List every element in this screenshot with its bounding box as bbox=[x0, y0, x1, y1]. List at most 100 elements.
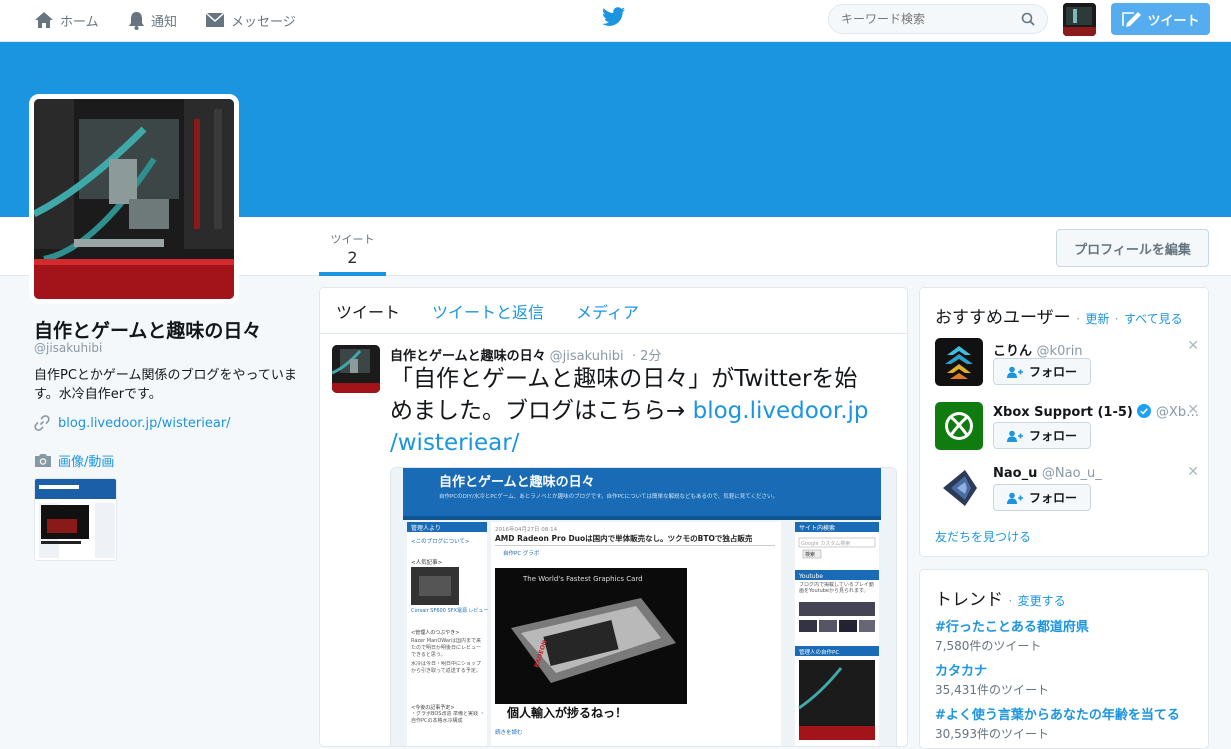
tweet-text: 「自作とゲームと趣味の日々」がTwitterを始めました。ブログはこちら→ bl… bbox=[390, 363, 880, 459]
find-friends-link[interactable]: 友だちを見つける bbox=[935, 528, 1031, 545]
suggested-user-avatar[interactable] bbox=[935, 338, 983, 386]
trend-count: 30,593件のツイート bbox=[935, 727, 1049, 741]
user-avatar-menu[interactable] bbox=[1063, 3, 1096, 36]
tweet-header: 自作とゲームと趣味の日々 @jisakuhibi · 2分 bbox=[390, 345, 661, 364]
nao-avatar-image bbox=[935, 464, 983, 512]
trend-name[interactable]: カタカナ bbox=[935, 660, 1049, 679]
follow-button[interactable]: フォロー bbox=[993, 422, 1091, 449]
camera-icon bbox=[35, 454, 51, 467]
media-thumbnail[interactable] bbox=[34, 478, 117, 561]
nav-home-label: ホーム bbox=[60, 14, 99, 30]
follow-label: フォロー bbox=[1028, 491, 1077, 505]
follow-button[interactable]: フォロー bbox=[993, 484, 1091, 511]
top-navigation-bar: ホーム 通知 メッセージ ツイート bbox=[0, 0, 1231, 42]
blog-title: 自作とゲームと趣味の日々 bbox=[439, 474, 595, 490]
photos-videos-link[interactable]: 画像/動画 bbox=[34, 451, 114, 470]
tweet-time[interactable]: · 2分 bbox=[632, 349, 662, 364]
blog-right-header2: Youtube bbox=[798, 573, 823, 580]
blog-left-text1: Razer ManOWarは国内まで来たので明日か明後日にレビューできると思う。 bbox=[411, 638, 482, 658]
timeline-tabs: ツイート ツイートと返信 メディア bbox=[320, 288, 907, 334]
trend-count: 7,580件のツイート bbox=[935, 639, 1042, 653]
follow-button[interactable]: フォロー bbox=[993, 358, 1091, 385]
edit-profile-button[interactable]: プロフィールを編集 bbox=[1056, 229, 1209, 267]
compose-icon bbox=[1122, 12, 1142, 27]
who-to-follow-module: おすすめユーザー · 更新 · すべて見る こりん @k0rin ✕ フォロー … bbox=[919, 287, 1209, 557]
suggested-user-handle[interactable]: @k0rin bbox=[1037, 344, 1083, 359]
blog-screenshot: 自作とゲームと趣味の日々 自作PCのDIY/水冷とPCゲーム、あとラノベとか趣味… bbox=[391, 468, 896, 746]
tweet-link-part2: /wisteriear/ bbox=[390, 430, 520, 456]
profile-link[interactable]: blog.livedoor.jp/wisteriear/ bbox=[34, 415, 231, 431]
blog-read-more: 続きを読む bbox=[495, 728, 523, 736]
dismiss-icon[interactable]: ✕ bbox=[1187, 338, 1199, 354]
photos-videos-label: 画像/動画 bbox=[58, 455, 115, 470]
follow-user-icon bbox=[1006, 366, 1023, 378]
change-trends-link[interactable]: 変更する bbox=[1018, 594, 1066, 608]
suggested-user-name[interactable]: Nao_u bbox=[993, 466, 1037, 481]
profile-bio: 自作PCとかゲーム関係のブログをやっています。水冷自作erです。 bbox=[34, 368, 297, 402]
link-icon bbox=[34, 415, 50, 431]
trend-item[interactable]: #よく使う言葉からあなたの年齢を当てる 30,593件のツイート bbox=[935, 704, 1180, 742]
follow-user-icon bbox=[1006, 430, 1023, 442]
nav-messages[interactable]: メッセージ bbox=[205, 0, 296, 40]
profile-handle: @jisakuhibi bbox=[34, 341, 103, 355]
nav-notifications-label: 通知 bbox=[151, 14, 178, 30]
blog-right-header1: サイト内検索 bbox=[799, 524, 835, 532]
tweets-count-value: 2 bbox=[347, 248, 358, 267]
search-input[interactable] bbox=[841, 12, 1011, 26]
tab-tweets[interactable]: ツイート bbox=[336, 299, 400, 323]
compose-tweet-label: ツイート bbox=[1147, 13, 1200, 29]
blog-post-tags: 自作PC グラボ bbox=[503, 549, 540, 557]
suggested-user-avatar[interactable] bbox=[935, 402, 983, 450]
search-box[interactable] bbox=[828, 4, 1048, 34]
search-icon[interactable] bbox=[1021, 12, 1035, 26]
avatar-image bbox=[1063, 3, 1096, 36]
blog-post-text: 個人輸入が捗るねっ！ bbox=[506, 705, 627, 720]
nav-messages-label: メッセージ bbox=[231, 14, 296, 30]
trend-item[interactable]: #行ったことある都道府県 7,580件のツイート bbox=[935, 616, 1089, 654]
dismiss-icon[interactable]: ✕ bbox=[1187, 402, 1199, 418]
tab-media[interactable]: メディア bbox=[576, 299, 639, 323]
blog-left-item2: <管理人のつぶやき> bbox=[411, 629, 459, 636]
refresh-link[interactable]: 更新 bbox=[1085, 312, 1109, 326]
suggested-user[interactable]: Nao_u @Nao_u_ ✕ フォロー bbox=[935, 464, 1205, 516]
twitter-bird-icon[interactable] bbox=[602, 6, 626, 28]
blog-left-link: <このブログについて> bbox=[411, 537, 470, 545]
follow-label: フォロー bbox=[1028, 429, 1077, 443]
profile-link-text: blog.livedoor.jp/wisteriear/ bbox=[58, 415, 231, 431]
timeline: ツイート ツイートと返信 メディア 自作とゲームと趣味の日々 @jisakuhib… bbox=[319, 287, 908, 747]
tweet-link-card[interactable]: 自作とゲームと趣味の日々 自作PCのDIY/水冷とPCゲーム、あとラノベとか趣味… bbox=[390, 467, 897, 746]
nav-notifications[interactable]: 通知 bbox=[128, 0, 177, 40]
suggested-user[interactable]: こりん @k0rin ✕ フォロー bbox=[935, 338, 1205, 390]
tweet-author-handle[interactable]: @jisakuhibi bbox=[550, 349, 624, 364]
suggested-user-handle[interactable]: @Nao_u_ bbox=[1042, 466, 1102, 481]
tab-tweets-and-replies[interactable]: ツイートと返信 bbox=[432, 299, 544, 323]
trend-name[interactable]: #よく使う言葉からあなたの年齢を当てる bbox=[935, 704, 1180, 723]
dismiss-icon[interactable]: ✕ bbox=[1187, 464, 1199, 480]
compose-tweet-button[interactable]: ツイート bbox=[1111, 3, 1210, 35]
trend-item[interactable]: カタカナ 35,431件のツイート bbox=[935, 660, 1049, 698]
blog-right-text: ブログ内で掲載しているプレイ動画をYoutubeから見られます。 bbox=[799, 582, 874, 594]
trend-name[interactable]: #行ったことある都道府県 bbox=[935, 616, 1089, 635]
tweet-avatar[interactable] bbox=[332, 345, 380, 393]
profile-name: 自作とゲームと趣味の日々 bbox=[34, 320, 262, 342]
blog-post-title: AMD Radeon Pro Duoは国内で単体販売なし。ツクモのBTOで独占販… bbox=[495, 533, 753, 543]
view-all-link[interactable]: すべて見る bbox=[1124, 312, 1183, 326]
blog-left-product: Corsair SF600 SFX電源 レビュー bbox=[411, 607, 489, 614]
nav-home[interactable]: ホーム bbox=[34, 0, 99, 40]
follow-user-icon bbox=[1006, 492, 1023, 504]
who-to-follow-header: おすすめユーザー · 更新 · すべて見る bbox=[935, 308, 1183, 328]
suggested-user-avatar[interactable] bbox=[935, 464, 983, 512]
suggested-user[interactable]: Xbox Support (1-5) @Xb… ✕ フォロー bbox=[935, 402, 1205, 454]
blog-left-item1: <人気記事> bbox=[411, 558, 443, 566]
tweet-author-name[interactable]: 自作とゲームと趣味の日々 bbox=[390, 349, 546, 364]
blog-left-header: 管理人より bbox=[411, 524, 441, 532]
home-icon bbox=[35, 12, 53, 28]
blog-graphic-caption: The World's Fastest Graphics Card bbox=[522, 575, 643, 583]
suggested-user-name[interactable]: Xbox Support (1-5) bbox=[993, 405, 1133, 420]
tweet-link-part1: blog.livedoor.jp bbox=[692, 398, 869, 424]
profile-avatar[interactable] bbox=[29, 94, 239, 304]
follow-label: フォロー bbox=[1028, 365, 1077, 379]
korin-avatar-image bbox=[935, 338, 983, 386]
tab-tweets-count[interactable]: ツイート 2 bbox=[319, 217, 386, 276]
suggested-user-name[interactable]: こりん bbox=[993, 344, 1032, 359]
